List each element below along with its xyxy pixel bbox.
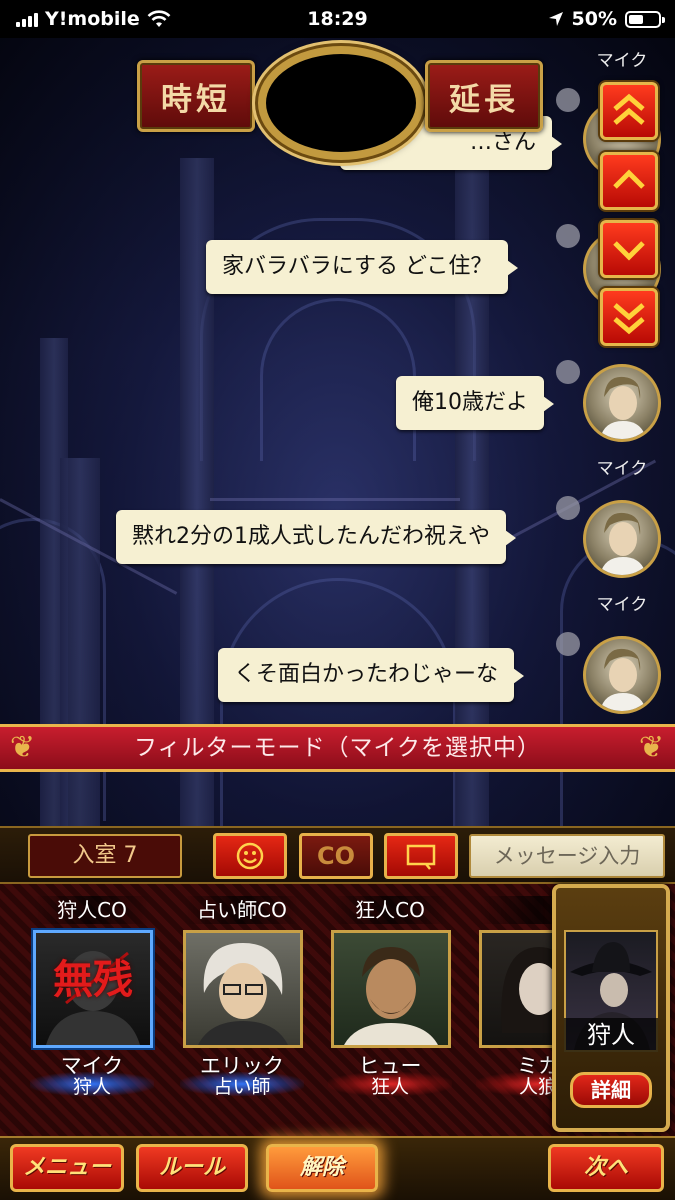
double-chevron-down-icon <box>613 303 645 335</box>
top-frame: 時短 延長 <box>125 38 560 160</box>
player-co-label: 占い師CO <box>184 896 300 924</box>
menu-button[interactable]: メニュー <box>10 1144 124 1192</box>
chat-message-text: 家バラバラにする どこ住？ <box>222 254 493 279</box>
own-role-panel: 狩人 詳細 <box>552 884 670 1132</box>
portrait-eric-icon <box>198 943 288 1045</box>
message-input[interactable]: メッセージ入力 <box>469 834 665 878</box>
player-portrait <box>183 930 303 1048</box>
shorten-button[interactable]: 時短 <box>137 60 255 132</box>
player-portrait <box>331 930 451 1048</box>
avatar-face-icon <box>600 376 646 439</box>
chat-dot <box>556 496 580 520</box>
player-co-label: 狂人CO <box>332 896 448 924</box>
bottom-nav: メニュー ルール 解除 次へ <box>0 1136 675 1200</box>
detail-button[interactable]: 詳細 <box>570 1072 652 1108</box>
chevron-down-icon <box>613 241 645 261</box>
status-right: 50% <box>548 8 665 30</box>
chat-message-text: 俺10歳だよ <box>412 390 528 415</box>
chat-avatar[interactable] <box>583 500 661 578</box>
player-role: 狩人 <box>30 1072 154 1098</box>
player-portrait: 無残 <box>33 930 153 1048</box>
co-button[interactable]: CO <box>299 833 373 879</box>
chevron-up-icon <box>613 169 645 189</box>
scroll-down-button[interactable] <box>600 220 658 278</box>
room-count: 入室 7 <box>28 834 182 878</box>
chat-dot <box>556 360 580 384</box>
emoji-button[interactable] <box>213 833 287 879</box>
input-bar: 入室 7 CO メッセージ入力 <box>0 826 675 884</box>
chat-bubble: 黙れ2分の1成人式したんだわ祝えや <box>116 510 516 564</box>
scroll-top-button[interactable] <box>600 82 658 140</box>
speaker-name: マイク <box>596 459 648 479</box>
player-role: 狂人 <box>328 1072 452 1098</box>
ornament-icon: ❦ <box>9 730 37 765</box>
chat-avatar[interactable] <box>583 364 661 442</box>
dead-status-label: 無残 <box>53 956 133 1003</box>
avatar-face-icon <box>600 648 646 711</box>
battery-icon <box>625 10 665 28</box>
own-role-label: 狩人 <box>564 1018 658 1052</box>
filter-mode-label: フィルターモード（マイクを選択中） <box>133 735 542 761</box>
scroll-bottom-button[interactable] <box>600 288 658 346</box>
window-icon <box>406 844 436 870</box>
chat-message-text: くそ面白かったわじゃーな <box>234 662 499 687</box>
ornament-icon: ❦ <box>638 730 666 765</box>
chat-bubble: くそ面白かったわじゃーな <box>218 648 525 702</box>
smiley-icon <box>236 842 264 870</box>
double-chevron-up-icon <box>613 93 645 125</box>
location-arrow-icon <box>548 12 563 26</box>
filter-mode-banner[interactable]: ❦ フィルターモード（マイクを選択中） ❦ <box>0 724 675 772</box>
extend-button[interactable]: 延長 <box>425 60 543 132</box>
avatar-face-icon <box>600 512 646 575</box>
player-role: 占い師 <box>180 1072 304 1098</box>
chat-dot <box>556 224 580 248</box>
status-bar: Y!mobile 18:29 50% <box>0 0 675 38</box>
battery-percent: 50% <box>571 8 617 30</box>
chat-bubble: 家バラバラにする どこ住？ <box>206 240 519 294</box>
battery-level <box>629 14 643 24</box>
portrait-hugh-icon <box>344 947 438 1045</box>
chat-bubble: 俺10歳だよ <box>396 376 554 430</box>
speaker-name: マイク <box>596 51 648 71</box>
chat-message-text: 黙れ2分の1成人式したんだわ祝えや <box>132 524 490 549</box>
chat-avatar[interactable] <box>583 636 661 714</box>
next-button[interactable]: 次へ <box>548 1144 664 1192</box>
chat-dot <box>556 632 580 656</box>
player-co-label: 狩人CO <box>34 896 150 924</box>
speaker-name: マイク <box>596 595 648 615</box>
rules-button[interactable]: ルール <box>136 1144 248 1192</box>
timer-mirror <box>258 46 424 160</box>
scroll-up-button[interactable] <box>600 152 658 210</box>
window-button[interactable] <box>384 833 458 879</box>
third-nav-button[interactable]: 解除 <box>266 1144 378 1192</box>
